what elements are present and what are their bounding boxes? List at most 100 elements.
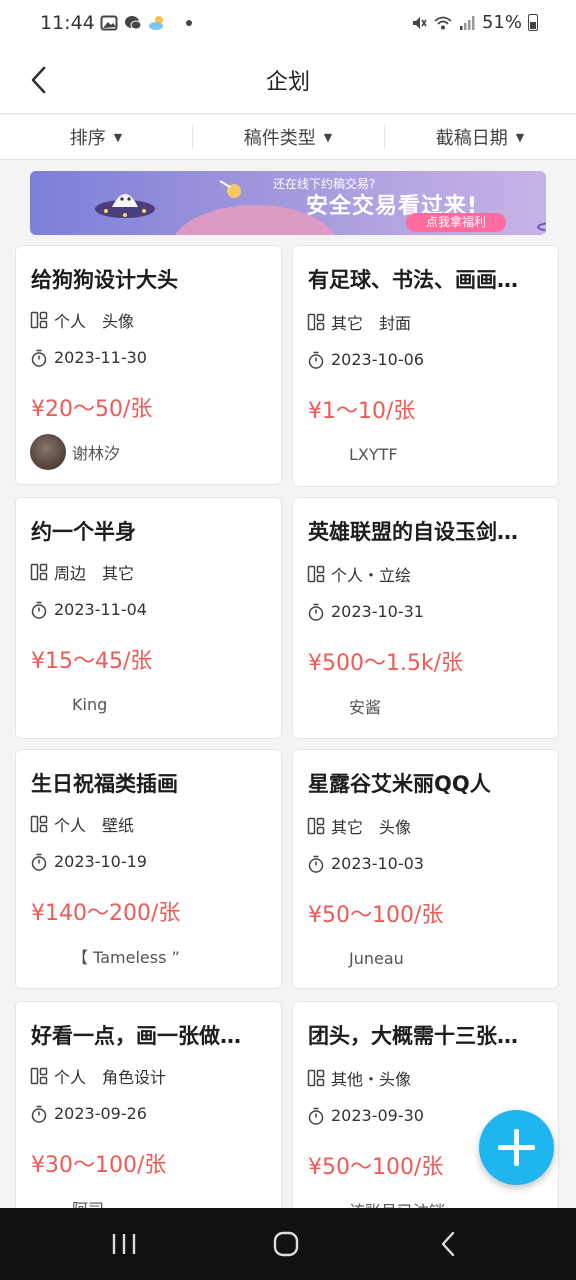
card-deadline: 2023-09-26 bbox=[54, 1104, 147, 1123]
card-price: ¥30～100/张 bbox=[31, 1153, 167, 1178]
create-commission-button[interactable] bbox=[479, 1110, 554, 1185]
recent-apps-icon[interactable] bbox=[104, 1228, 144, 1260]
card-deadline-row: 2023-10-31 bbox=[307, 602, 424, 621]
card-type-secondary: 头像 bbox=[379, 818, 412, 837]
filter-deadline[interactable]: 截稿日期 ▼ bbox=[384, 115, 576, 159]
system-nav-bar bbox=[0, 1208, 576, 1280]
signal-icon bbox=[459, 15, 475, 30]
card-title: 星露谷艾米丽QQ人 bbox=[308, 772, 491, 796]
home-icon[interactable] bbox=[266, 1228, 306, 1260]
card-author-name: 安酱 bbox=[349, 698, 382, 717]
category-icon bbox=[30, 815, 48, 833]
card-type-row: 个人 角色设计 bbox=[30, 1064, 166, 1088]
card-type-row: 其它 头像 bbox=[307, 814, 411, 838]
card-title: 给狗狗设计大头 bbox=[31, 268, 178, 292]
card-type-row: 其他・头像 bbox=[307, 1066, 411, 1090]
filter-sort-label: 排序 bbox=[69, 128, 106, 149]
category-icon bbox=[30, 1067, 48, 1085]
ufo-icon bbox=[95, 194, 155, 218]
card-type-secondary: 头像 bbox=[102, 312, 135, 331]
card-deadline: 2023-10-19 bbox=[54, 852, 147, 871]
caret-down-icon: ▼ bbox=[323, 130, 333, 144]
card-author-name: King bbox=[72, 694, 108, 714]
more-notifications-dot bbox=[186, 20, 192, 26]
stopwatch-icon bbox=[31, 601, 47, 619]
mute-icon bbox=[412, 16, 427, 29]
card-type-primary: 其他・头像 bbox=[331, 1070, 412, 1089]
avatar bbox=[30, 434, 66, 470]
card-title: 好看一点，画一张做… bbox=[31, 1024, 241, 1048]
filter-type[interactable]: 稿件类型 ▼ bbox=[192, 115, 384, 159]
card-deadline-row: 2023-11-30 bbox=[30, 348, 147, 367]
card-author[interactable]: 【 Tameless ” bbox=[30, 938, 180, 974]
commission-card[interactable]: 给狗狗设计大头 个人 头像 2023-11-30 ¥20～50/张 谢林汐 bbox=[15, 245, 282, 485]
banner-cta-button[interactable]: 点我拿福利 bbox=[406, 213, 506, 232]
card-type-primary: 个人 bbox=[54, 312, 87, 331]
page-title: 企划 bbox=[265, 70, 310, 95]
comet-icon bbox=[219, 180, 241, 198]
card-author[interactable]: Juneau bbox=[307, 940, 404, 976]
filter-deadline-label: 截稿日期 bbox=[435, 128, 508, 149]
card-type-secondary: 角色设计 bbox=[102, 1068, 167, 1087]
card-type-secondary: 壁纸 bbox=[102, 816, 135, 835]
card-author[interactable]: 安酱 bbox=[307, 688, 381, 724]
card-deadline-row: 2023-10-06 bbox=[307, 350, 424, 369]
card-price: ¥50～100/张 bbox=[308, 1155, 444, 1180]
card-type-primary: 其它 bbox=[331, 818, 364, 837]
card-title: 生日祝福类插画 bbox=[31, 772, 178, 796]
weather-icon bbox=[149, 16, 163, 30]
card-price: ¥140～200/张 bbox=[31, 901, 181, 926]
card-type-primary: 个人 bbox=[54, 1068, 87, 1087]
commission-card[interactable]: 英雄联盟的自设玉剑… 个人・立绘 2023-10-31 ¥500～1.5k/张 … bbox=[292, 497, 559, 739]
card-type-row: 周边 其它 bbox=[30, 560, 134, 584]
caret-down-icon: ▼ bbox=[515, 130, 525, 144]
card-type-primary: 周边 bbox=[54, 564, 87, 583]
category-icon bbox=[307, 817, 325, 835]
card-author[interactable]: King bbox=[30, 686, 107, 722]
card-deadline: 2023-11-30 bbox=[54, 348, 147, 367]
battery-percent: 51% bbox=[481, 12, 522, 33]
wifi-icon bbox=[434, 16, 452, 29]
card-type-secondary: 封面 bbox=[379, 314, 412, 333]
card-deadline: 2023-09-30 bbox=[331, 1106, 424, 1125]
category-icon bbox=[307, 313, 325, 331]
card-deadline: 2023-10-31 bbox=[331, 602, 424, 621]
card-deadline: 2023-11-04 bbox=[54, 600, 147, 619]
stopwatch-icon bbox=[31, 853, 47, 871]
notification-icons bbox=[100, 14, 192, 32]
card-deadline-row: 2023-10-19 bbox=[30, 852, 147, 871]
gallery-icon bbox=[100, 15, 118, 31]
card-author[interactable]: 谢林汐 bbox=[30, 434, 120, 470]
card-title: 团头，大概需十三张… bbox=[308, 1024, 518, 1048]
card-deadline-row: 2023-09-26 bbox=[30, 1104, 147, 1123]
commission-card[interactable]: 有足球、书法、画画… 其它 封面 2023-10-06 ¥1～10/张 LXYT… bbox=[292, 245, 559, 487]
stopwatch-icon bbox=[31, 1105, 47, 1123]
avatar bbox=[307, 688, 327, 724]
card-title: 有足球、书法、画画… bbox=[308, 268, 518, 292]
card-type-primary: 个人・立绘 bbox=[331, 566, 412, 585]
card-type-primary: 其它 bbox=[331, 314, 364, 333]
stopwatch-icon bbox=[308, 855, 324, 873]
filter-sort[interactable]: 排序 ▼ bbox=[0, 115, 192, 159]
category-icon bbox=[307, 1069, 325, 1087]
card-deadline-row: 2023-11-04 bbox=[30, 600, 147, 619]
card-author-name: Juneau bbox=[349, 948, 404, 968]
commission-card[interactable]: 约一个半身 周边 其它 2023-11-04 ¥15～45/张 King bbox=[15, 497, 282, 739]
category-icon bbox=[30, 563, 48, 581]
card-title: 英雄联盟的自设玉剑… bbox=[308, 520, 518, 544]
card-deadline: 2023-10-06 bbox=[331, 350, 424, 369]
status-bar: 11:44 51% bbox=[0, 0, 576, 48]
avatar bbox=[30, 686, 50, 722]
back-icon[interactable] bbox=[428, 1228, 468, 1260]
commission-card[interactable]: 生日祝福类插画 个人 壁纸 2023-10-19 ¥140～200/张 【 Ta… bbox=[15, 749, 282, 989]
card-deadline: 2023-10-03 bbox=[331, 854, 424, 873]
stopwatch-icon bbox=[31, 349, 47, 367]
promo-banner[interactable]: 还在线下约稿交易? 安全交易看过来! 点我拿福利 bbox=[30, 171, 546, 235]
category-icon bbox=[307, 565, 325, 583]
card-author[interactable]: LXYTF bbox=[307, 436, 398, 472]
commission-card[interactable]: 星露谷艾米丽QQ人 其它 头像 2023-10-03 ¥50～100/张 Jun… bbox=[292, 749, 559, 989]
filter-type-label: 稿件类型 bbox=[243, 128, 316, 149]
card-type-row: 个人 头像 bbox=[30, 308, 134, 332]
card-price: ¥500～1.5k/张 bbox=[308, 651, 464, 676]
card-price: ¥20～50/张 bbox=[31, 397, 153, 422]
